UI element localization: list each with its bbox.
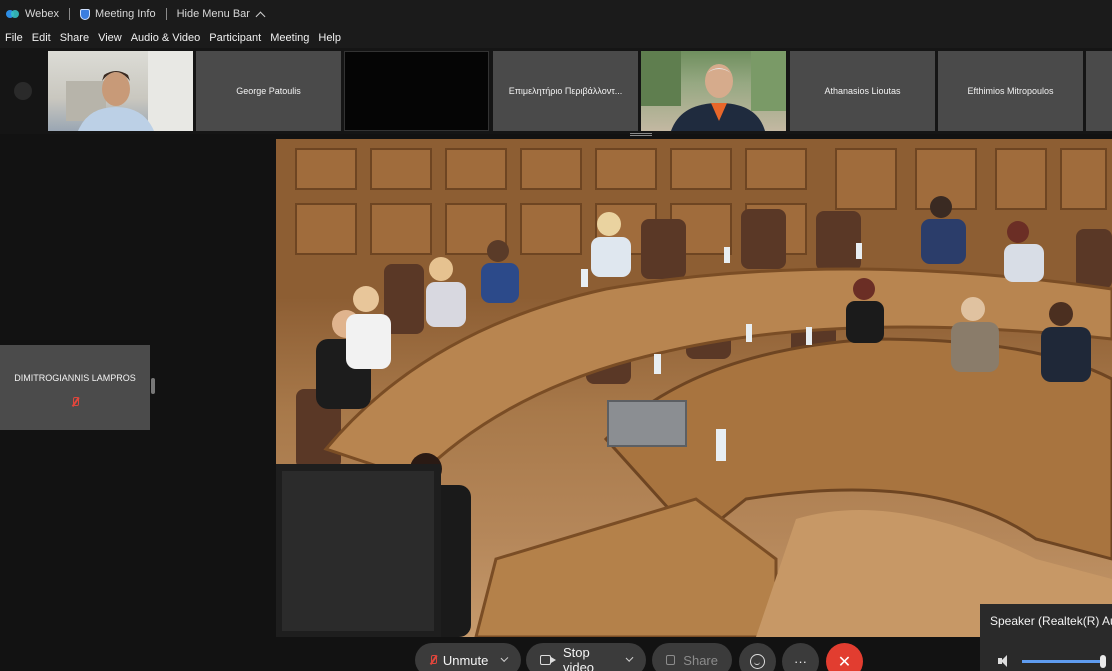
self-view-indicator[interactable]: [14, 82, 32, 100]
share-screen-icon: [666, 655, 676, 665]
speaker-device-label: Speaker (Realtek(R) Au: [990, 614, 1112, 628]
committee-room-video: [276, 139, 1112, 637]
divider: [69, 8, 71, 20]
menu-share[interactable]: Share: [60, 32, 89, 44]
participant-name: Efthimios Mitropoulos: [967, 86, 1054, 96]
meeting-controls: Unmute Stop video Share ··· ✕: [0, 643, 1112, 671]
hide-menu-bar-button[interactable]: Hide Menu Bar: [176, 8, 266, 21]
chevron-down-icon[interactable]: [625, 654, 634, 662]
app-name: Webex: [25, 8, 60, 20]
close-icon: ✕: [837, 653, 852, 671]
participant-thumbnail-partial[interactable]: [1086, 51, 1112, 131]
participant-thumbnail[interactable]: George Patoulis: [196, 51, 341, 131]
mic-muted-icon: [429, 654, 437, 666]
stop-video-label: Stop video: [562, 645, 595, 671]
reactions-button[interactable]: [739, 643, 776, 671]
meeting-info-button[interactable]: Meeting Info: [80, 8, 156, 20]
active-participant-tile[interactable]: DIMITROGIANNIS LAMPROS: [0, 345, 150, 430]
menu-audio-video[interactable]: Audio & Video: [131, 32, 201, 44]
webex-app-label[interactable]: Webex: [6, 8, 59, 20]
webex-logo-icon: [6, 9, 20, 19]
participant-thumbnail-blank[interactable]: [344, 51, 489, 131]
stop-video-button[interactable]: Stop video: [526, 643, 646, 671]
participant-video-image: [641, 51, 786, 131]
panel-resize-handle[interactable]: [151, 378, 155, 394]
participant-thumbnail[interactable]: Athanasios Lioutas: [790, 51, 935, 131]
menu-file[interactable]: File: [5, 32, 23, 44]
title-bar: Webex Meeting Info Hide Menu Bar: [0, 0, 1112, 28]
leave-meeting-button[interactable]: ✕: [826, 643, 863, 671]
menu-bar: File Edit Share View Audio & Video Parti…: [0, 28, 1112, 48]
participant-name: DIMITROGIANNIS LAMPROS: [14, 373, 136, 383]
menu-help[interactable]: Help: [318, 32, 341, 44]
main-video-stage[interactable]: [276, 139, 1112, 637]
chevron-up-icon: [255, 11, 266, 21]
meeting-info-label: Meeting Info: [95, 8, 156, 20]
participant-thumbnail[interactable]: Επιμελητήριο Περιβάλλοντ...: [493, 51, 638, 131]
shield-icon: [80, 8, 91, 20]
unmute-button[interactable]: Unmute: [415, 643, 521, 671]
participant-name: George Patoulis: [236, 86, 301, 96]
participant-name: Athanasios Lioutas: [824, 86, 901, 96]
participant-strip: George Patoulis Επιμελητήριο Περιβάλλοντ…: [0, 48, 1112, 134]
more-icon: ···: [794, 654, 807, 669]
chevron-down-icon[interactable]: [500, 654, 509, 662]
mic-muted-icon: [71, 397, 79, 408]
menu-view[interactable]: View: [98, 32, 122, 44]
share-label: Share: [683, 652, 718, 668]
unmute-label: Unmute: [442, 652, 489, 668]
camera-icon: [540, 655, 556, 665]
participant-thumbnail-video[interactable]: [48, 51, 193, 131]
menu-meeting[interactable]: Meeting: [270, 32, 309, 44]
participant-thumbnail-video[interactable]: [641, 51, 786, 131]
share-button[interactable]: Share: [652, 643, 732, 671]
participant-thumbnail[interactable]: Efthimios Mitropoulos: [938, 51, 1083, 131]
smile-icon: [750, 654, 765, 669]
participant-name: Επιμελητήριο Περιβάλλοντ...: [508, 86, 623, 96]
participant-video-image: [66, 51, 193, 131]
hide-menu-bar-label: Hide Menu Bar: [176, 8, 250, 20]
menu-participant[interactable]: Participant: [209, 32, 261, 44]
strip-resize-handle[interactable]: [630, 133, 652, 136]
more-options-button[interactable]: ···: [782, 643, 819, 671]
menu-edit[interactable]: Edit: [32, 32, 51, 44]
divider: [165, 8, 167, 20]
